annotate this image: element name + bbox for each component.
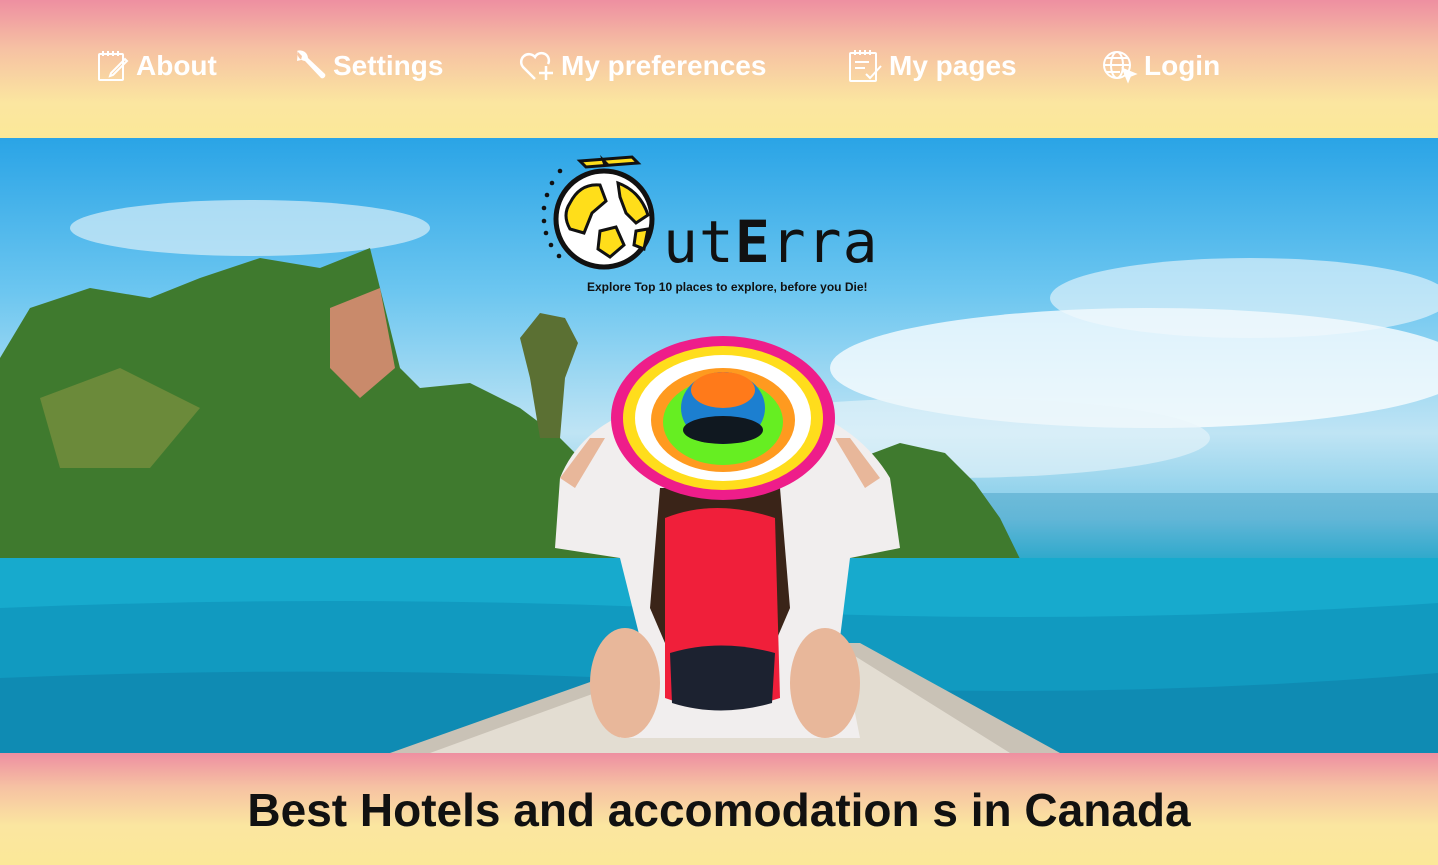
top-nav-bar: About Settings My preferences My pages L… bbox=[0, 0, 1438, 138]
checklist-icon bbox=[847, 47, 885, 85]
heart-plus-icon bbox=[517, 46, 557, 86]
nav-preferences-label: My preferences bbox=[561, 50, 767, 81]
nav-about-label: About bbox=[136, 50, 217, 81]
headline-band: Best Hotels and accomodation s in Canada bbox=[0, 753, 1438, 865]
logo-word-suffix: rra bbox=[770, 208, 879, 276]
logo-tagline: Explore Top 10 places to explore, before… bbox=[587, 280, 868, 294]
nav-about-link[interactable]: About bbox=[96, 46, 217, 86]
nav-settings-link[interactable]: Settings bbox=[289, 46, 443, 86]
edit-note-icon bbox=[96, 48, 132, 84]
logo-wordmark: utErra bbox=[663, 208, 879, 276]
nav-settings-label: Settings bbox=[333, 50, 444, 81]
nav-preferences-link[interactable]: My preferences bbox=[517, 46, 766, 86]
hero-banner: utErra Explore Top 10 places to explore,… bbox=[0, 138, 1438, 753]
globe-plane-logo-icon bbox=[541, 155, 655, 270]
logo-word-prefix: ut bbox=[663, 208, 735, 276]
nav-pages-label: My pages bbox=[889, 50, 1017, 81]
nav-login-link[interactable]: Login bbox=[1100, 46, 1220, 86]
globe-cursor-icon bbox=[1100, 46, 1140, 86]
logo-word-big: E bbox=[734, 208, 771, 276]
site-logo[interactable]: utErra Explore Top 10 places to explore,… bbox=[540, 153, 910, 294]
page-headline: Best Hotels and accomodation s in Canada bbox=[247, 784, 1191, 836]
nav-login-label: Login bbox=[1144, 50, 1221, 81]
wrench-icon bbox=[289, 46, 329, 86]
nav-pages-link[interactable]: My pages bbox=[847, 46, 1017, 86]
